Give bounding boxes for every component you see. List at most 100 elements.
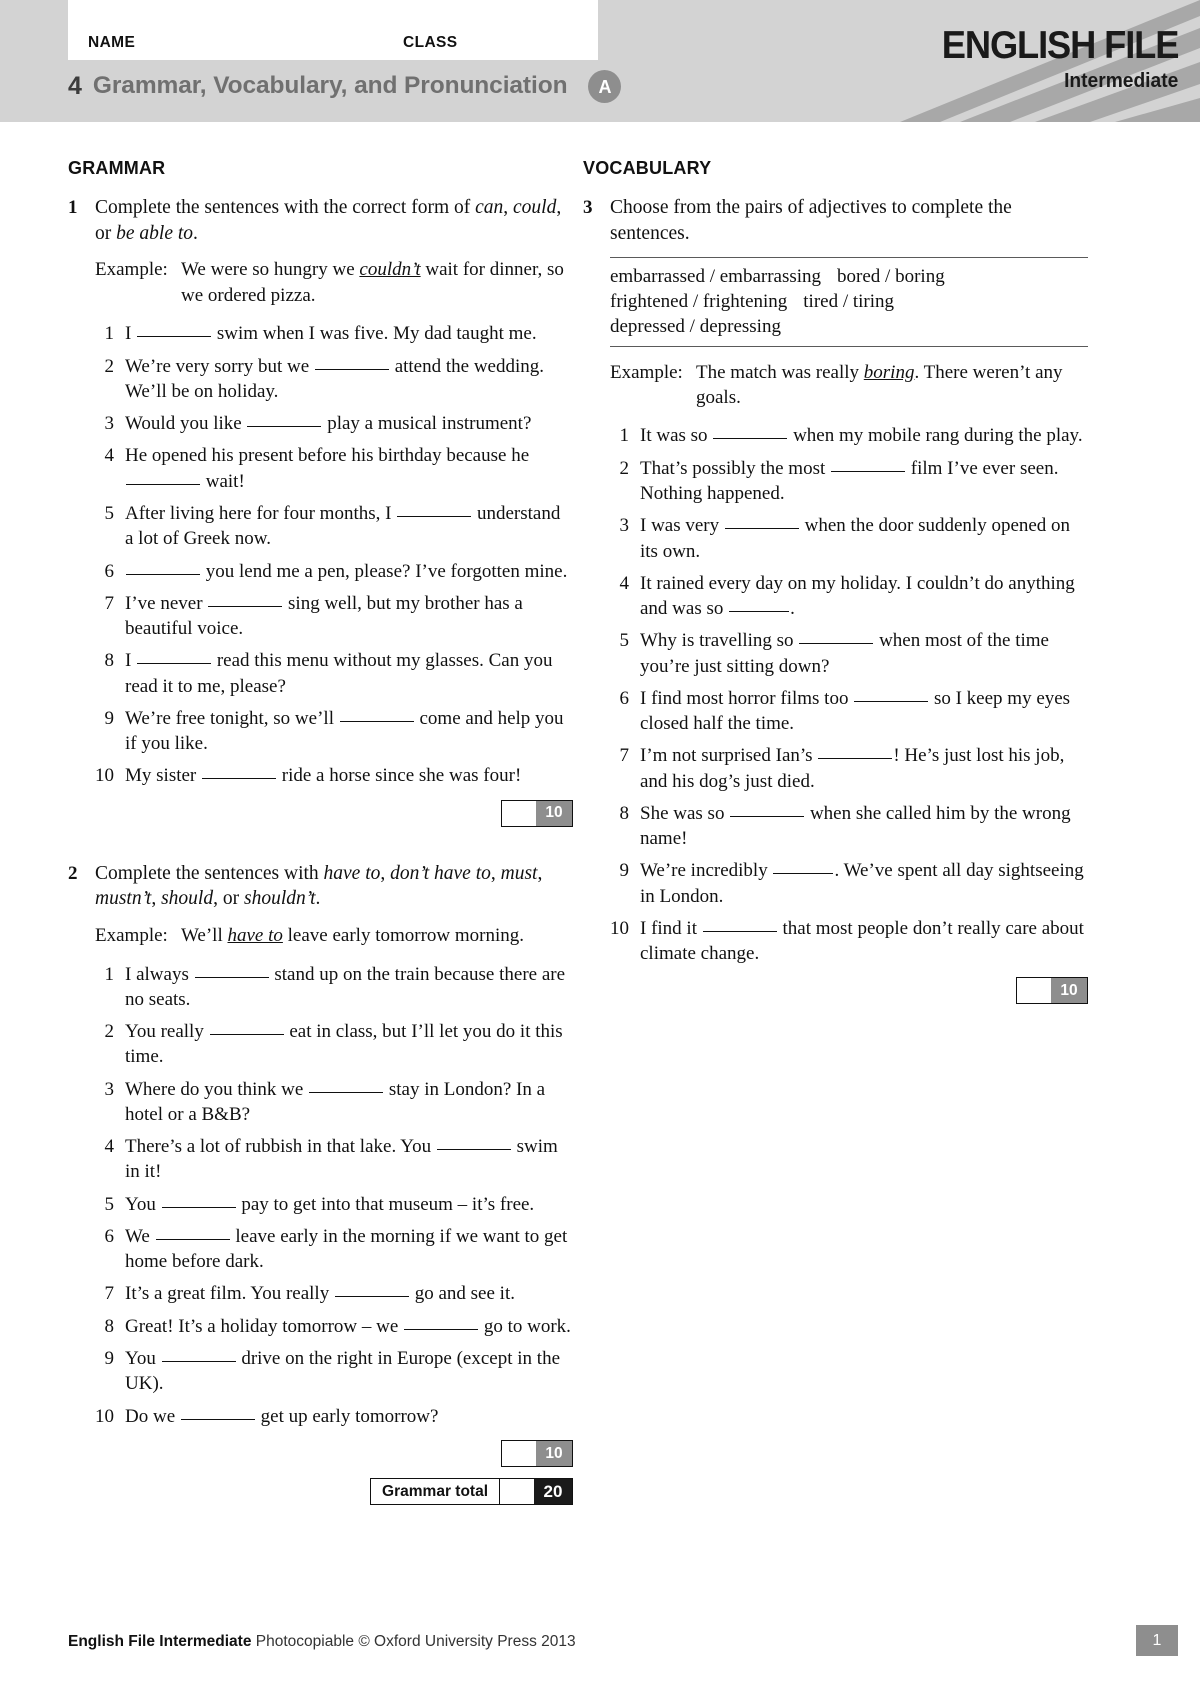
answer-blank[interactable]	[155, 1238, 230, 1240]
brand-level: Intermediate	[1063, 70, 1178, 92]
copyright-bold: English File Intermediate	[68, 1633, 252, 1650]
answer-blank[interactable]	[854, 700, 929, 702]
answer-blank[interactable]	[126, 483, 200, 485]
question-text: We’re incredibly . We’ve spent all day s…	[640, 858, 1088, 909]
word-bank-line: depressed / depressing	[610, 315, 1088, 340]
title-text: Grammar, Vocabulary, and Pronunciation	[92, 72, 568, 100]
answer-blank[interactable]	[334, 1296, 409, 1298]
answer-blank[interactable]	[194, 976, 269, 978]
question-item: 2 You really eat in class, but I’ll let y…	[95, 1019, 573, 1070]
question-number: 2	[104, 1021, 115, 1043]
answer-blank[interactable]	[831, 470, 905, 472]
version-badge: A	[588, 70, 622, 103]
rubric-italic-term: can	[475, 197, 504, 218]
answer-blank[interactable]	[309, 1091, 384, 1093]
grammar-total-label: Grammar total	[371, 1478, 500, 1504]
question-text: I always stand up on the train because t…	[125, 962, 573, 1013]
question-item: 7 I’ve never sing well, but my brother ha…	[95, 591, 573, 642]
class-label: CLASS	[403, 34, 458, 51]
question-text: We’re free tonight, so we’ll come and he…	[125, 706, 573, 757]
exercise-2-number: 2	[68, 862, 78, 884]
answer-blank[interactable]	[209, 1034, 284, 1036]
grammar-total-input-cell[interactable]	[500, 1478, 534, 1504]
answer-blank[interactable]	[799, 643, 874, 645]
question-number: 1	[104, 963, 115, 985]
answer-blank[interactable]	[126, 573, 200, 575]
question-item: 5 After living here for four months, I un…	[95, 501, 573, 552]
answer-blank[interactable]	[314, 368, 389, 370]
grammar-total-box[interactable]: Grammar total 20	[370, 1477, 573, 1505]
answer-blank[interactable]	[713, 438, 788, 440]
exercise-2-items: 1 I always stand up on the train because …	[95, 962, 573, 1429]
answer-blank[interactable]	[397, 515, 472, 517]
answer-blank[interactable]	[180, 1418, 255, 1420]
question-number: 4	[619, 572, 630, 594]
answer-blank[interactable]	[404, 1328, 479, 1330]
question-item: 7 I’m not surprised Ian’s ! He’s just los…	[610, 743, 1088, 794]
answer-blank[interactable]	[208, 605, 283, 607]
score-input-cell[interactable]	[1017, 978, 1051, 1004]
question-item: 8 Great! It’s a holiday tomorrow – we go …	[95, 1314, 573, 1339]
exercise-3-items: 1 It was so when my mobile rang during th…	[610, 423, 1088, 966]
rubric-italic-term: could	[513, 197, 557, 218]
answer-blank[interactable]	[247, 426, 322, 428]
example-label: Example:	[610, 361, 683, 383]
name-label: NAME	[88, 34, 136, 51]
score-input-cell[interactable]	[502, 800, 536, 826]
exercise-3-score-box[interactable]: 10	[1016, 977, 1088, 1005]
word-bank: embarrassed / embarrassing bored / boring…	[610, 257, 1088, 347]
question-text-run: when my mobile rang during the play.	[788, 425, 1083, 447]
question-text-run: .	[790, 598, 795, 620]
exercise-1-score-box[interactable]: 10	[501, 799, 573, 827]
answer-blank[interactable]	[339, 720, 414, 722]
question-text-run: It was so	[640, 425, 713, 447]
answer-blank[interactable]	[730, 815, 805, 817]
score-input-cell[interactable]	[502, 1440, 536, 1466]
question-text: I find it that most people don’t really …	[640, 916, 1088, 967]
exercise-1-number: 1	[68, 197, 78, 218]
rubric-italic-term: should	[161, 888, 214, 910]
question-text: That’s possibly the most film I’ve ever …	[640, 456, 1088, 507]
answer-blank[interactable]	[773, 873, 834, 875]
question-item: 4 It rained every day on my holiday. I co…	[610, 571, 1088, 622]
exercise-2-example: Example: We’ll have to leave early tomor…	[95, 923, 573, 948]
answer-blank[interactable]	[702, 930, 777, 932]
question-item: 8 She was so when she called him by the w…	[610, 801, 1088, 852]
answer-blank[interactable]	[202, 778, 276, 780]
question-number: 9	[619, 860, 630, 882]
answer-blank[interactable]	[729, 611, 790, 613]
question-text: Would you like play a musical instrument…	[125, 411, 573, 436]
question-number: 10	[95, 765, 114, 787]
answer-blank[interactable]	[436, 1149, 511, 1151]
rubric-italic-term: must	[500, 862, 538, 884]
question-text-run: swim when I was five. My dad taught me.	[212, 323, 537, 345]
answer-blank[interactable]	[161, 1361, 236, 1362]
exercise-3-example: Example: The match was really boring. Th…	[610, 360, 1088, 411]
exercise-3-rubric: Choose from the pairs of adjectives to c…	[610, 195, 1088, 246]
question-text-run: I find it	[640, 917, 702, 939]
unit-number: 4	[68, 72, 82, 100]
question-number: 2	[104, 355, 115, 377]
word-bank-line: frightened / frightening tired / tiring	[610, 290, 1088, 315]
exercise-2-score-box[interactable]: 10	[501, 1439, 573, 1467]
rubric-text: Complete the sentences with the correct …	[95, 197, 476, 218]
question-text-run: drive on the right in Europe (except in …	[125, 1348, 561, 1395]
answer-blank[interactable]	[161, 1206, 236, 1208]
rubric-italic-term: shouldn’t	[243, 888, 316, 910]
rubric-text: Choose from the pairs of adjectives to c…	[610, 197, 1012, 244]
question-number: 5	[619, 630, 630, 652]
exercise-1-example: Example: We were so hungry we couldn’t w…	[95, 257, 573, 308]
score-max: 10	[536, 800, 572, 826]
answer-blank[interactable]	[137, 663, 212, 665]
question-text: I’m not surprised Ian’s ! He’s just lost…	[640, 743, 1088, 794]
question-text-run: you lend me a pen, please? I’ve forgotte…	[201, 560, 568, 582]
question-number: 8	[619, 802, 630, 824]
brand-title: ENGLISH FILE	[941, 24, 1180, 67]
question-number: 3	[104, 1078, 115, 1100]
word-bank-pair: depressed / depressing	[610, 315, 781, 337]
answer-blank[interactable]	[137, 336, 212, 338]
answer-blank[interactable]	[724, 528, 799, 530]
question-text: We’re very sorry but we attend the weddi…	[125, 354, 573, 405]
answer-blank[interactable]	[818, 758, 893, 760]
rubric-italic-term: be able to	[116, 222, 194, 244]
